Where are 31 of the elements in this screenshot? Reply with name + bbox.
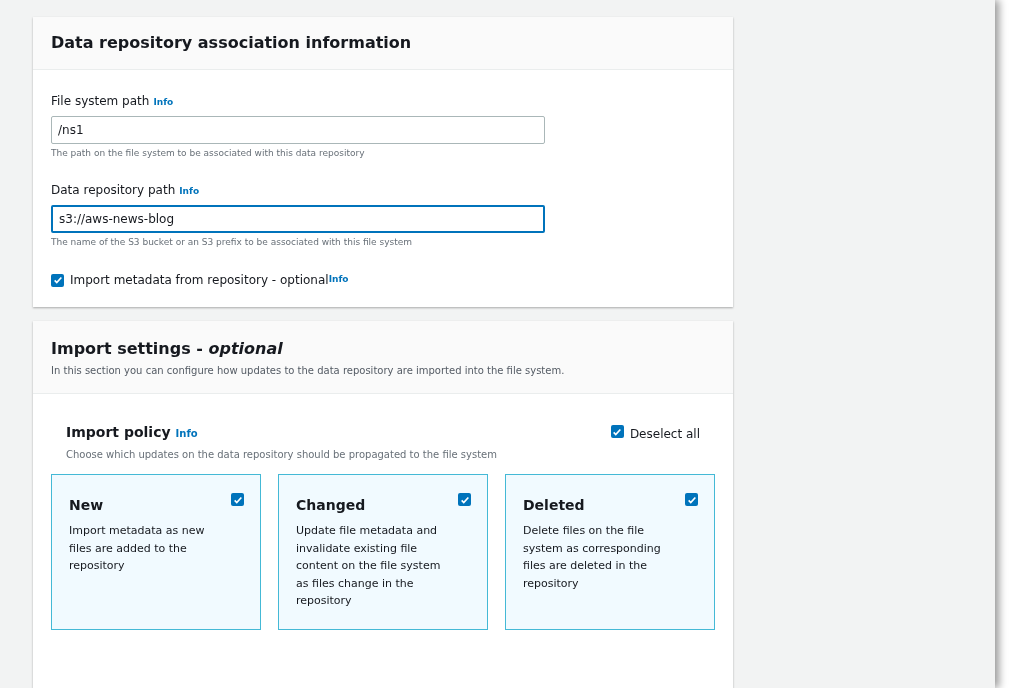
section-title: Import policy (66, 423, 171, 442)
option-description: Import metadata as new files are added to the repository (69, 523, 206, 574)
checkbox[interactable] (610, 425, 624, 438)
checkbox[interactable] (685, 493, 698, 506)
info-link[interactable]: Info (175, 426, 198, 441)
panel-title: Data repository association information (51, 32, 412, 54)
option-card[interactable]: Changed Update file metadata and invalidate existing file content on the file system as files change in the repository (278, 474, 488, 630)
option-card[interactable]: New Import metadata as new files are added to the repository (51, 474, 261, 630)
panel-title: Import settings - optional (51, 338, 284, 360)
field-hint: The path on the file system to be associated with this data repository (51, 147, 366, 160)
checkbox[interactable] (231, 493, 244, 506)
option-title: New (69, 496, 104, 515)
panel-description: In this section you can configure how updates to the data repository are imported into the file system. (51, 364, 566, 378)
field-label: File system path (51, 93, 150, 110)
option-description: Delete files on the file system as corresponding files are deleted in the repository (523, 523, 662, 592)
section-description: Choose which updates on the data repository should be propagated to the file system (66, 448, 497, 462)
option-card[interactable]: Deleted Delete files on the file system as corresponding files are deleted in the repository (505, 474, 715, 630)
option-description: Update file metadata and invalidate existing file content on the file system as files change in the repository (296, 523, 442, 609)
info-link[interactable]: Info (179, 184, 200, 198)
option-title: Deleted (523, 496, 585, 515)
checkbox-label[interactable]: Import metadata from repository - optional (70, 271, 329, 289)
text-field[interactable]: /ns1 (51, 116, 545, 144)
checkbox[interactable] (458, 493, 471, 506)
text-field[interactable]: s3://aws-news-blog (51, 204, 545, 233)
info-link[interactable]: Info (153, 96, 174, 110)
checkbox[interactable] (51, 273, 64, 287)
option-title: Changed (296, 496, 366, 515)
checkbox-label[interactable]: Deselect all (629, 425, 700, 443)
info-link[interactable]: Info (328, 273, 349, 287)
field-hint: The name of the S3 bucket or an S3 prefix to be associated with this file system (51, 235, 414, 249)
field-label: Data repository path (51, 181, 176, 199)
